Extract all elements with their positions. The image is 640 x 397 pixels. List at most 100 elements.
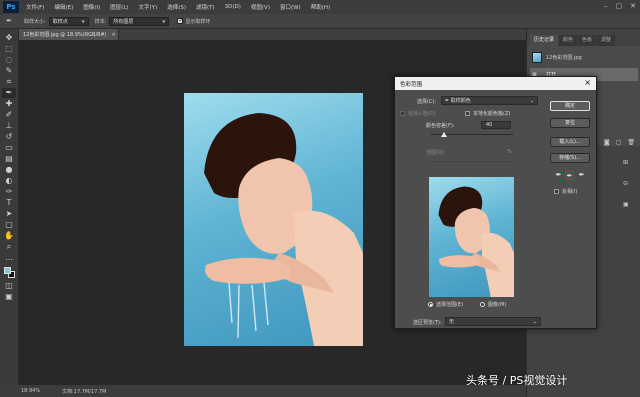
range-slider-track: [431, 161, 513, 162]
camera-icon[interactable]: ◙: [604, 139, 610, 146]
minimize-icon[interactable]: –: [604, 2, 608, 10]
marquee-tool-icon[interactable]: ⬚: [2, 44, 16, 54]
path-select-tool-icon[interactable]: ➤: [2, 209, 16, 219]
dialog-titlebar[interactable]: 色彩范围 ×: [395, 77, 596, 90]
tab-swatches[interactable]: 色板: [578, 35, 597, 46]
reset-button[interactable]: 复位: [550, 118, 590, 128]
eyedropper-minus-icon[interactable]: ✒: [577, 171, 586, 180]
menu-type[interactable]: 文字(Y): [134, 3, 163, 11]
fuzziness-input[interactable]: 40: [481, 121, 511, 129]
dodge-tool-icon[interactable]: ◐: [2, 176, 16, 186]
chevron-down-icon: ⌄: [532, 318, 537, 325]
close-icon[interactable]: ✕: [112, 32, 116, 38]
sample-size-value: 取样点: [52, 18, 68, 25]
blur-tool-icon[interactable]: ●: [2, 165, 16, 175]
foreground-color-swatch[interactable]: [4, 267, 11, 274]
image-radio-label: 图像(M): [488, 302, 507, 308]
menu-file[interactable]: 文件(F): [21, 3, 49, 11]
pen-tool-icon[interactable]: ✑: [2, 187, 16, 197]
localized-clusters-checkbox[interactable]: [465, 111, 470, 116]
move-tool-icon[interactable]: ✥: [2, 33, 16, 43]
tab-adjustments[interactable]: 调整: [597, 35, 616, 46]
chevron-down-icon: ⌄: [529, 97, 534, 104]
history-brush-tool-icon[interactable]: ↺: [2, 132, 16, 142]
menu-help[interactable]: 帮助(H): [306, 3, 335, 11]
document-info: 文档:17.7M/17.7M: [62, 388, 107, 395]
select-dropdown[interactable]: ✒ 取样颜色 ⌄: [441, 96, 538, 105]
eyedropper-plus-icon[interactable]: ✒: [565, 171, 574, 180]
menu-3d[interactable]: 3D(D): [220, 4, 246, 10]
selection-radio-label: 选择范围(E): [436, 302, 464, 308]
document-tab[interactable]: 12色彩范围.jpg @ 18.9%(RGB/8#) ✕: [19, 29, 119, 40]
more-tools-icon[interactable]: …: [2, 253, 16, 263]
history-snapshot[interactable]: 12色彩范围.jpg: [530, 51, 638, 64]
hand-tool-icon[interactable]: ✋: [2, 231, 16, 241]
lock-icon[interactable]: ⊞: [623, 159, 629, 166]
tab-history[interactable]: 历史记录: [530, 35, 559, 46]
eyedropper-icon[interactable]: ✒: [554, 171, 563, 180]
delete-icon[interactable]: ▣: [623, 201, 629, 208]
menu-layer[interactable]: 图层(L): [105, 3, 133, 11]
watermark: 头条号 / PS视觉设计: [466, 374, 568, 387]
menu-select[interactable]: 选择(S): [162, 3, 191, 11]
menu-window[interactable]: 窗口(W): [275, 3, 306, 11]
selection-radio[interactable]: [428, 302, 433, 307]
close-icon[interactable]: ×: [584, 78, 591, 87]
new-document-icon[interactable]: ▢: [616, 139, 622, 146]
screen-mode-icon[interactable]: ▣: [2, 292, 16, 302]
quick-mask-icon[interactable]: ◫: [2, 281, 16, 291]
sample-label: 样本:: [94, 18, 107, 25]
quick-select-tool-icon[interactable]: ✎: [2, 66, 16, 76]
shape-tool-icon[interactable]: ▢: [2, 220, 16, 230]
eyedropper-icon[interactable]: ✒: [0, 17, 18, 25]
load-button[interactable]: 载入(L)...: [550, 137, 590, 147]
detect-faces-checkbox[interactable]: [400, 111, 405, 116]
selection-preview-select[interactable]: 无 ⌄: [445, 317, 541, 326]
chevron-down-icon: ▼: [162, 18, 166, 24]
image-radio[interactable]: [480, 302, 485, 307]
close-icon[interactable]: ✕: [630, 2, 636, 10]
gradient-tool-icon[interactable]: ▤: [2, 154, 16, 164]
chevron-down-icon: ▼: [81, 18, 85, 24]
document-image[interactable]: [184, 93, 363, 346]
lasso-tool-icon[interactable]: ◌: [2, 55, 16, 65]
sample-select[interactable]: 所有图层 ▼: [109, 16, 170, 26]
menu-image[interactable]: 图像(I): [78, 3, 105, 11]
preview-illustration: [438, 186, 514, 297]
menu-edit[interactable]: 编辑(E): [49, 3, 78, 11]
eyedropper-tool-icon[interactable]: ✒: [2, 88, 16, 98]
document-tab-title: 12色彩范围.jpg @ 18.9%(RGB/8#): [23, 32, 107, 38]
zoom-tool-icon[interactable]: ⌕: [2, 242, 16, 252]
save-button[interactable]: 存储(S)...: [550, 153, 590, 163]
photoshop-logo: Ps: [3, 1, 19, 13]
history-panel-actions: ◙ ▢ 🗑: [604, 139, 635, 146]
sample-size-select[interactable]: 取样点 ▼: [48, 16, 89, 26]
panel-tabs: 历史记录 颜色 色板 调整: [527, 35, 640, 46]
tab-color[interactable]: 颜色: [559, 35, 578, 46]
tab-strip: [119, 29, 526, 40]
healing-tool-icon[interactable]: ✚: [2, 99, 16, 109]
invert-checkbox[interactable]: [554, 189, 559, 194]
type-tool-icon[interactable]: T: [2, 198, 16, 208]
fuzziness-slider-thumb[interactable]: [441, 132, 447, 137]
range-unit: %: [507, 149, 512, 155]
zoom-level[interactable]: 18.94%: [21, 388, 40, 394]
trash-icon[interactable]: 🗑: [627, 139, 635, 146]
menu-filter[interactable]: 滤镜(T): [191, 3, 220, 11]
link-icon[interactable]: ⊝: [623, 180, 629, 187]
maximize-icon[interactable]: ▢: [616, 2, 623, 10]
color-swatches[interactable]: [2, 264, 16, 280]
color-range-dialog: 色彩范围 × 选择(C): ✒ 取样颜色 ⌄ 检测人脸(D) 本地化颜色簇(Z)…: [394, 76, 597, 329]
crop-tool-icon[interactable]: ⌗: [2, 77, 16, 87]
brush-tool-icon[interactable]: ✐: [2, 110, 16, 120]
menu-view[interactable]: 视图(V): [246, 3, 275, 11]
sample-value: 所有图层: [113, 18, 134, 25]
options-bar: ✒ 取样大小: 取样点 ▼ 样本: 所有图层 ▼ 显示取样环: [0, 14, 640, 29]
window-controls: – ▢ ✕: [604, 2, 636, 10]
show-ring-checkbox[interactable]: [177, 17, 183, 24]
selection-preview[interactable]: [429, 177, 514, 297]
ok-button[interactable]: 确定: [550, 101, 590, 111]
sample-size-label: 取样大小:: [24, 18, 46, 25]
stamp-tool-icon[interactable]: ⊥: [2, 121, 16, 131]
eraser-tool-icon[interactable]: ▭: [2, 143, 16, 153]
